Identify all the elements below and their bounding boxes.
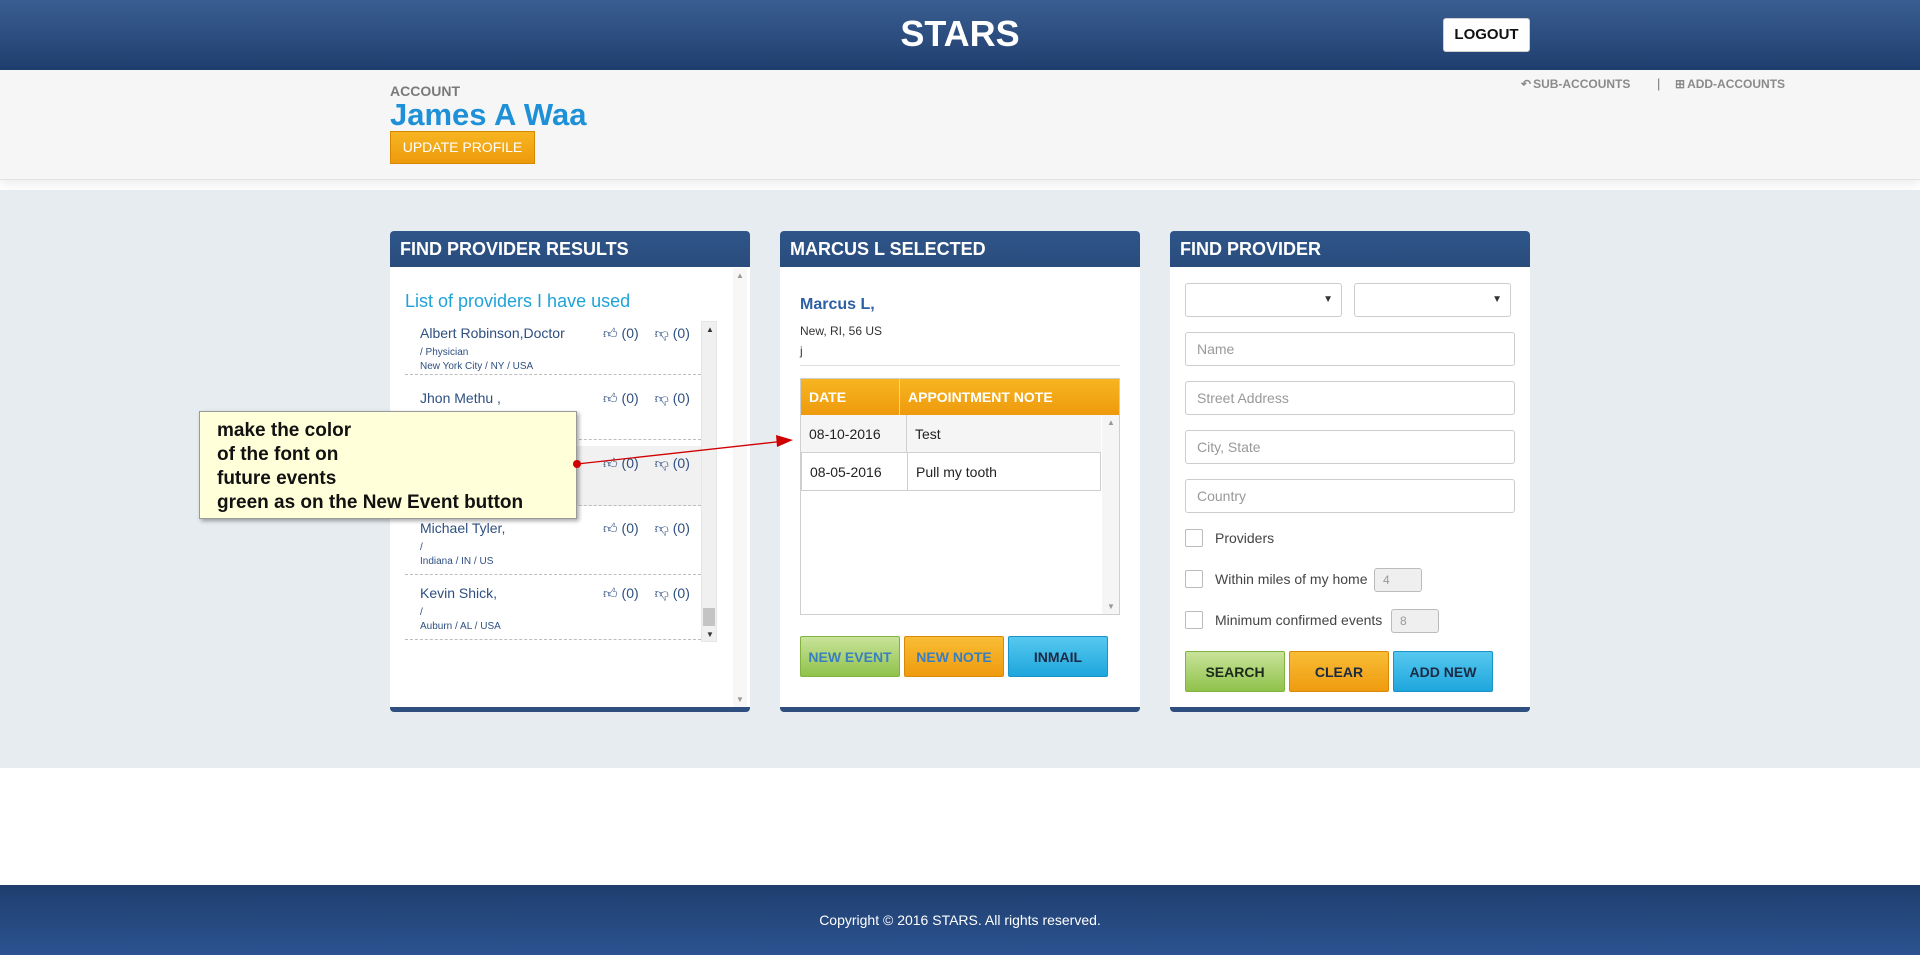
- min-events-checkbox[interactable]: [1185, 611, 1203, 629]
- appointment-date: 08-05-2016: [802, 453, 908, 491]
- street-address-input[interactable]: Street Address: [1185, 381, 1515, 415]
- logout-button[interactable]: LOGOUT: [1443, 18, 1530, 52]
- provider-votes: 👍︎ (0) 👎︎ (0): [603, 325, 706, 342]
- annotation-line: green as on the New Event button: [217, 492, 524, 513]
- list-scroll-up-icon[interactable]: ▲: [706, 325, 714, 334]
- appointments-scroll-down-icon[interactable]: ▼: [1107, 602, 1115, 611]
- appointment-date: 08-10-2016: [801, 415, 907, 453]
- providers-checkbox-label: Providers: [1215, 530, 1275, 546]
- add-new-button[interactable]: ADD NEW: [1393, 651, 1493, 692]
- table-row[interactable]: 08-05-2016 Pull my tooth: [801, 453, 1101, 491]
- column-header-note[interactable]: APPOINTMENT NOTE: [900, 379, 1119, 415]
- account-links-separator: |: [1657, 76, 1661, 91]
- results-panel-scrollbar[interactable]: ▲ ▼: [733, 268, 747, 707]
- scroll-down-arrow-icon[interactable]: ▼: [736, 695, 744, 704]
- account-band: [0, 70, 1920, 180]
- min-events-label: Minimum confirmed events: [1215, 612, 1383, 628]
- update-profile-button[interactable]: UPDATE PROFILE: [390, 131, 535, 164]
- thumbs-down-icon[interactable]: 👎︎ (0): [655, 455, 690, 471]
- list-scroll-thumb[interactable]: [703, 608, 715, 626]
- thumbs-down-icon[interactable]: 👎︎ (0): [655, 585, 690, 601]
- selected-panel-title: MARCUS L SELECTED: [780, 231, 1140, 267]
- provider-name[interactable]: Jhon Methu ,: [420, 390, 501, 406]
- provider-votes: 👍︎ (0) 👎︎ (0): [603, 520, 706, 537]
- sub-accounts-label: SUB-ACCOUNTS: [1533, 77, 1631, 91]
- filter-select-2[interactable]: ▼: [1354, 283, 1511, 317]
- annotation-line: future events: [217, 468, 337, 489]
- thumbs-down-icon[interactable]: 👎︎ (0): [655, 390, 690, 406]
- thumbs-up-icon[interactable]: 👍︎ (0): [603, 390, 639, 406]
- account-name: James A Waa: [390, 97, 587, 132]
- city-state-input[interactable]: City, State: [1185, 430, 1515, 464]
- footer-copyright: Copyright © 2016 STARS. All rights reser…: [819, 912, 1101, 928]
- thumbs-up-icon[interactable]: 👍︎ (0): [603, 325, 639, 341]
- appointments-scrollbar[interactable]: ▲ ▼: [1102, 415, 1119, 614]
- filter-select-1[interactable]: ▼: [1185, 283, 1342, 317]
- new-event-button[interactable]: NEW EVENT: [800, 636, 900, 677]
- thumbs-up-icon[interactable]: 👍︎ (0): [603, 455, 639, 471]
- selected-provider-address: New, RI, 56 US: [800, 324, 883, 338]
- results-panel-title: FIND PROVIDER RESULTS: [390, 231, 750, 267]
- thumbs-down-icon[interactable]: 👎︎ (0): [655, 520, 690, 536]
- column-header-date[interactable]: DATE: [801, 379, 900, 415]
- provider-specialty: /: [420, 607, 423, 618]
- provider-specialty: /: [420, 542, 423, 553]
- clear-button[interactable]: CLEAR: [1289, 651, 1389, 692]
- divider: [800, 365, 1120, 366]
- scroll-up-arrow-icon[interactable]: ▲: [736, 271, 744, 280]
- provider-list-item[interactable]: Michael Tyler, 👍︎ (0) 👎︎ (0) / Indiana / …: [405, 516, 701, 575]
- name-input[interactable]: Name: [1185, 332, 1515, 366]
- reply-icon: ↶: [1521, 77, 1532, 91]
- provider-list-item[interactable]: Albert Robinson,Doctor 👍︎ (0) 👎︎ (0) / Ph…: [405, 321, 701, 375]
- provider-votes: 👍︎ (0) 👎︎ (0): [603, 585, 706, 602]
- caret-down-icon: ▼: [1323, 294, 1333, 305]
- within-miles-checkbox[interactable]: [1185, 570, 1203, 588]
- selected-provider-extra: j: [800, 344, 803, 358]
- appointment-note: Pull my tooth: [916, 464, 997, 480]
- appointments-table-header: DATE APPOINTMENT NOTE: [801, 379, 1119, 415]
- provider-votes: 👍︎ (0) 👎︎ (0): [603, 390, 706, 407]
- thumbs-up-icon[interactable]: 👍︎ (0): [603, 585, 639, 601]
- sub-accounts-link[interactable]: ↶ SUB-ACCOUNTS: [1521, 77, 1630, 91]
- list-scroll-down-icon[interactable]: ▼: [706, 630, 714, 639]
- table-row[interactable]: 08-10-2016 Test: [801, 415, 1101, 453]
- appointment-note: Test: [915, 426, 941, 442]
- provider-votes: 👍︎ (0) 👎︎ (0): [603, 455, 706, 472]
- provider-location: Indiana / IN / US: [420, 556, 494, 567]
- inmail-button[interactable]: INMAIL: [1008, 636, 1108, 677]
- search-button[interactable]: SEARCH: [1185, 651, 1285, 692]
- thumbs-down-icon[interactable]: 👎︎ (0): [655, 325, 690, 341]
- provider-location: Auburn / AL / USA: [420, 621, 501, 632]
- caret-down-icon: ▼: [1492, 294, 1502, 305]
- plus-square-icon: ⊞: [1675, 77, 1686, 91]
- provider-specialty: / Physician: [420, 347, 469, 358]
- annotation-callout: make the color of the font on future eve…: [199, 411, 577, 519]
- provider-name[interactable]: Kevin Shick,: [420, 585, 497, 601]
- find-panel-title: FIND PROVIDER: [1170, 231, 1530, 267]
- selected-provider-name: Marcus L,: [800, 296, 875, 313]
- country-input[interactable]: Country: [1185, 479, 1515, 513]
- provider-list-item[interactable]: Kevin Shick, 👍︎ (0) 👎︎ (0) / Auburn / AL …: [405, 581, 701, 640]
- add-accounts-link[interactable]: ⊞ ADD-ACCOUNTS: [1675, 77, 1785, 91]
- annotation-line: of the font on: [217, 444, 339, 465]
- within-miles-label: Within miles of my home: [1215, 571, 1368, 587]
- providers-used-heading: List of providers I have used: [405, 291, 631, 311]
- thumbs-up-icon[interactable]: 👍︎ (0): [603, 520, 639, 536]
- annotation-line: make the color: [217, 420, 352, 441]
- provider-location: New York City / NY / USA: [420, 361, 534, 372]
- providers-checkbox[interactable]: [1185, 529, 1203, 547]
- appointments-scroll-up-icon[interactable]: ▲: [1107, 418, 1115, 427]
- provider-name[interactable]: Albert Robinson,Doctor: [420, 325, 565, 341]
- new-note-button[interactable]: NEW NOTE: [904, 636, 1004, 677]
- miles-input[interactable]: 4: [1374, 568, 1422, 592]
- min-events-input[interactable]: 8: [1391, 609, 1439, 633]
- provider-name[interactable]: Michael Tyler,: [420, 520, 505, 536]
- add-accounts-label: ADD-ACCOUNTS: [1687, 77, 1786, 91]
- app-title: STARS: [900, 13, 1020, 54]
